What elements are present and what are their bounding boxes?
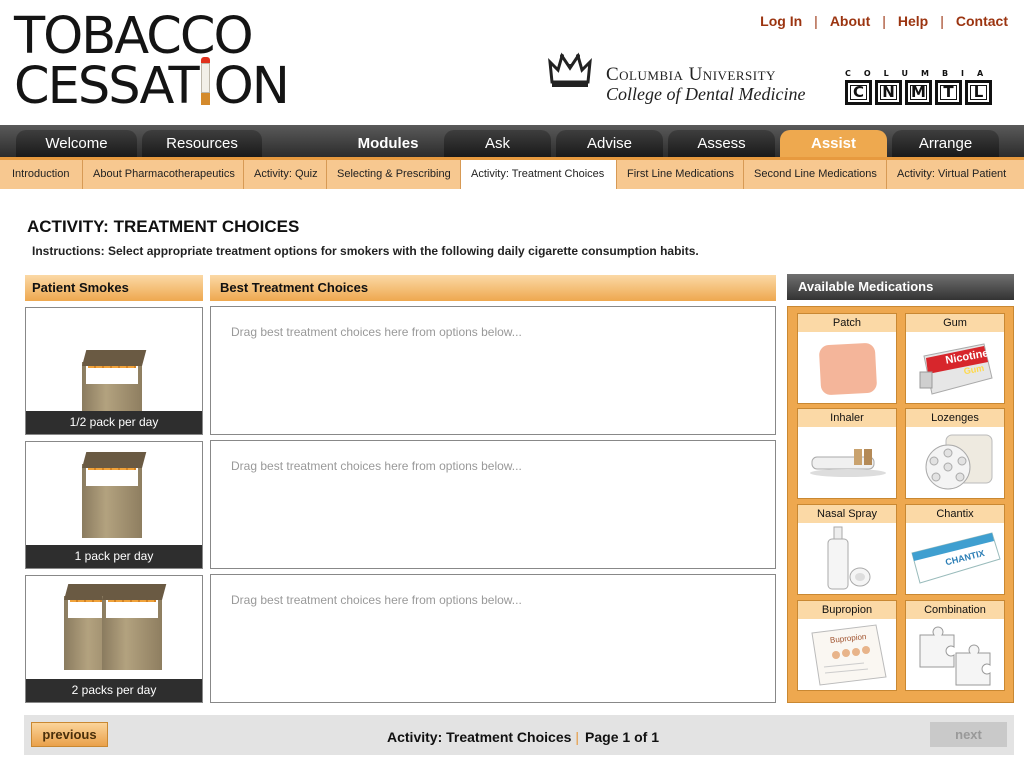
medications-panel: Patch Gum Nicotine Gum Inhaler Lozenges … bbox=[787, 306, 1014, 703]
logo-line-1: TOBACCO bbox=[14, 7, 254, 66]
tab-arrange[interactable]: Arrange bbox=[892, 130, 999, 157]
cnmtl-logo[interactable]: COLUMBIA C N M T L bbox=[845, 69, 1000, 105]
med-combination[interactable]: Combination bbox=[905, 600, 1005, 691]
tab-welcome[interactable]: Welcome bbox=[16, 130, 137, 157]
med-inhaler[interactable]: Inhaler bbox=[797, 408, 897, 499]
tab-ask[interactable]: Ask bbox=[444, 130, 551, 157]
cigarette-icon bbox=[199, 57, 212, 105]
nasal-spray-icon bbox=[798, 523, 896, 594]
page-word: Page bbox=[585, 729, 619, 745]
logo-line-2-b: ON bbox=[213, 57, 290, 116]
logo-line-2: CESSAT ON bbox=[14, 57, 290, 112]
cnmtl-columbia-text: COLUMBIA bbox=[845, 69, 997, 78]
smoke-amount-label: 2 packs per day bbox=[26, 679, 202, 702]
next-button[interactable]: next bbox=[930, 722, 1007, 747]
tab-resources[interactable]: Resources bbox=[142, 130, 262, 157]
page-total: 1 bbox=[651, 729, 659, 745]
page-of: of bbox=[634, 729, 648, 745]
nicotine-gum-icon: Nicotine Gum bbox=[906, 332, 1004, 403]
cnmtl-letter: T bbox=[935, 80, 962, 105]
help-link[interactable]: Help bbox=[898, 13, 928, 29]
med-chantix[interactable]: Chantix CHANTIX bbox=[905, 504, 1005, 595]
treatment-drop-zone[interactable]: Drag best treatment choices here from op… bbox=[210, 440, 776, 569]
med-bupropion[interactable]: Bupropion Bupropion bbox=[797, 600, 897, 691]
puzzle-pieces-icon bbox=[906, 619, 1004, 690]
contact-link[interactable]: Contact bbox=[956, 13, 1008, 29]
med-name: Lozenges bbox=[906, 409, 1004, 427]
inhaler-icon bbox=[798, 427, 896, 498]
smoke-amount-label: 1 pack per day bbox=[26, 545, 202, 568]
subnav-first-line-medications[interactable]: First Line Medications bbox=[617, 160, 744, 189]
bupropion-box-icon: Bupropion bbox=[798, 619, 896, 690]
best-treatment-header: Best Treatment Choices bbox=[210, 275, 776, 301]
patch-icon bbox=[798, 332, 896, 403]
subnav-introduction[interactable]: Introduction bbox=[0, 160, 83, 189]
tab-assess[interactable]: Assess bbox=[668, 130, 775, 157]
footer-status: Activity: Treatment Choices | Page 1 of 1 bbox=[387, 729, 659, 745]
page-current: 1 bbox=[622, 729, 631, 745]
columbia-dental-logo[interactable]: Columbia University College of Dental Me… bbox=[548, 52, 805, 104]
subnav-activity-virtual-patient[interactable]: Activity: Virtual Patient bbox=[887, 160, 1024, 189]
subnav-about-pharmacotherapeutics[interactable]: About Pharmacotherapeutics bbox=[83, 160, 244, 189]
link-separator: | bbox=[882, 13, 886, 29]
cnmtl-letter: C bbox=[845, 80, 872, 105]
page-title: ACTIVITY: TREATMENT CHOICES bbox=[27, 217, 300, 236]
login-link[interactable]: Log In bbox=[760, 13, 802, 29]
med-name: Combination bbox=[906, 601, 1004, 619]
previous-button[interactable]: previous bbox=[31, 722, 108, 747]
smoke-half-pack-card: 1/2 pack per day bbox=[25, 307, 203, 435]
cnmtl-letter: L bbox=[965, 80, 992, 105]
top-links: Log In | About | Help | Contact bbox=[760, 13, 1008, 29]
drop-zone-placeholder: Drag best treatment choices here from op… bbox=[231, 459, 522, 473]
link-separator: | bbox=[940, 13, 944, 29]
med-name: Chantix bbox=[906, 505, 1004, 523]
med-name: Inhaler bbox=[798, 409, 896, 427]
cnmtl-letter: N bbox=[875, 80, 902, 105]
subnav-activity-quiz[interactable]: Activity: Quiz bbox=[244, 160, 327, 189]
med-lozenges[interactable]: Lozenges bbox=[905, 408, 1005, 499]
dental-medicine-text: College of Dental Medicine bbox=[606, 84, 806, 104]
drop-zone-placeholder: Drag best treatment choices here from op… bbox=[231, 325, 522, 339]
footer-separator: | bbox=[575, 729, 580, 745]
med-name: Patch bbox=[798, 314, 896, 332]
smoke-two-packs-card: 2 packs per day bbox=[25, 575, 203, 703]
sub-nav: Introduction About Pharmacotherapeutics … bbox=[0, 157, 1024, 189]
columbia-university-text: Columbia University bbox=[606, 64, 776, 85]
tab-assist[interactable]: Assist bbox=[780, 130, 887, 157]
med-name: Bupropion bbox=[798, 601, 896, 619]
about-link[interactable]: About bbox=[830, 13, 870, 29]
cnmtl-letter: M bbox=[905, 80, 932, 105]
tobacco-cessation-logo[interactable]: TOBACCO CESSAT ON bbox=[14, 7, 290, 112]
treatment-drop-zone[interactable]: Drag best treatment choices here from op… bbox=[210, 306, 776, 435]
cigarette-pack-image bbox=[82, 452, 147, 538]
subnav-selecting-prescribing[interactable]: Selecting & Prescribing bbox=[327, 160, 461, 189]
med-name: Gum bbox=[906, 314, 1004, 332]
med-patch[interactable]: Patch bbox=[797, 313, 897, 404]
logo-line-2-a: CESSAT bbox=[14, 57, 200, 116]
treatment-drop-zone[interactable]: Drag best treatment choices here from op… bbox=[210, 574, 776, 703]
modules-label: Modules bbox=[357, 135, 419, 152]
drop-zone-placeholder: Drag best treatment choices here from op… bbox=[231, 593, 522, 607]
med-nasal-spray[interactable]: Nasal Spray bbox=[797, 504, 897, 595]
patient-smokes-header: Patient Smokes bbox=[25, 275, 203, 301]
subnav-activity-treatment-choices[interactable]: Activity: Treatment Choices bbox=[461, 160, 617, 189]
footer-bar: previous Activity: Treatment Choices | Pag… bbox=[24, 715, 1014, 755]
lozenges-icon bbox=[906, 427, 1004, 498]
smoke-amount-label: 1/2 pack per day bbox=[26, 411, 202, 434]
med-name: Nasal Spray bbox=[798, 505, 896, 523]
crown-icon bbox=[548, 52, 592, 87]
footer-activity-name: Activity: Treatment Choices bbox=[387, 729, 572, 745]
available-medications-header: Available Medications bbox=[787, 274, 1014, 300]
cigarette-pack-image bbox=[102, 584, 167, 670]
smoke-one-pack-card: 1 pack per day bbox=[25, 441, 203, 569]
main-nav: Welcome Resources Modules Ask Advise Ass… bbox=[0, 125, 1024, 157]
instructions-text: Instructions: Select appropriate treatme… bbox=[32, 244, 699, 258]
subnav-second-line-medications[interactable]: Second Line Medications bbox=[744, 160, 887, 189]
med-gum[interactable]: Gum Nicotine Gum bbox=[905, 313, 1005, 404]
link-separator: | bbox=[814, 13, 818, 29]
tab-advise[interactable]: Advise bbox=[556, 130, 663, 157]
chantix-box-icon: CHANTIX bbox=[906, 523, 1004, 594]
